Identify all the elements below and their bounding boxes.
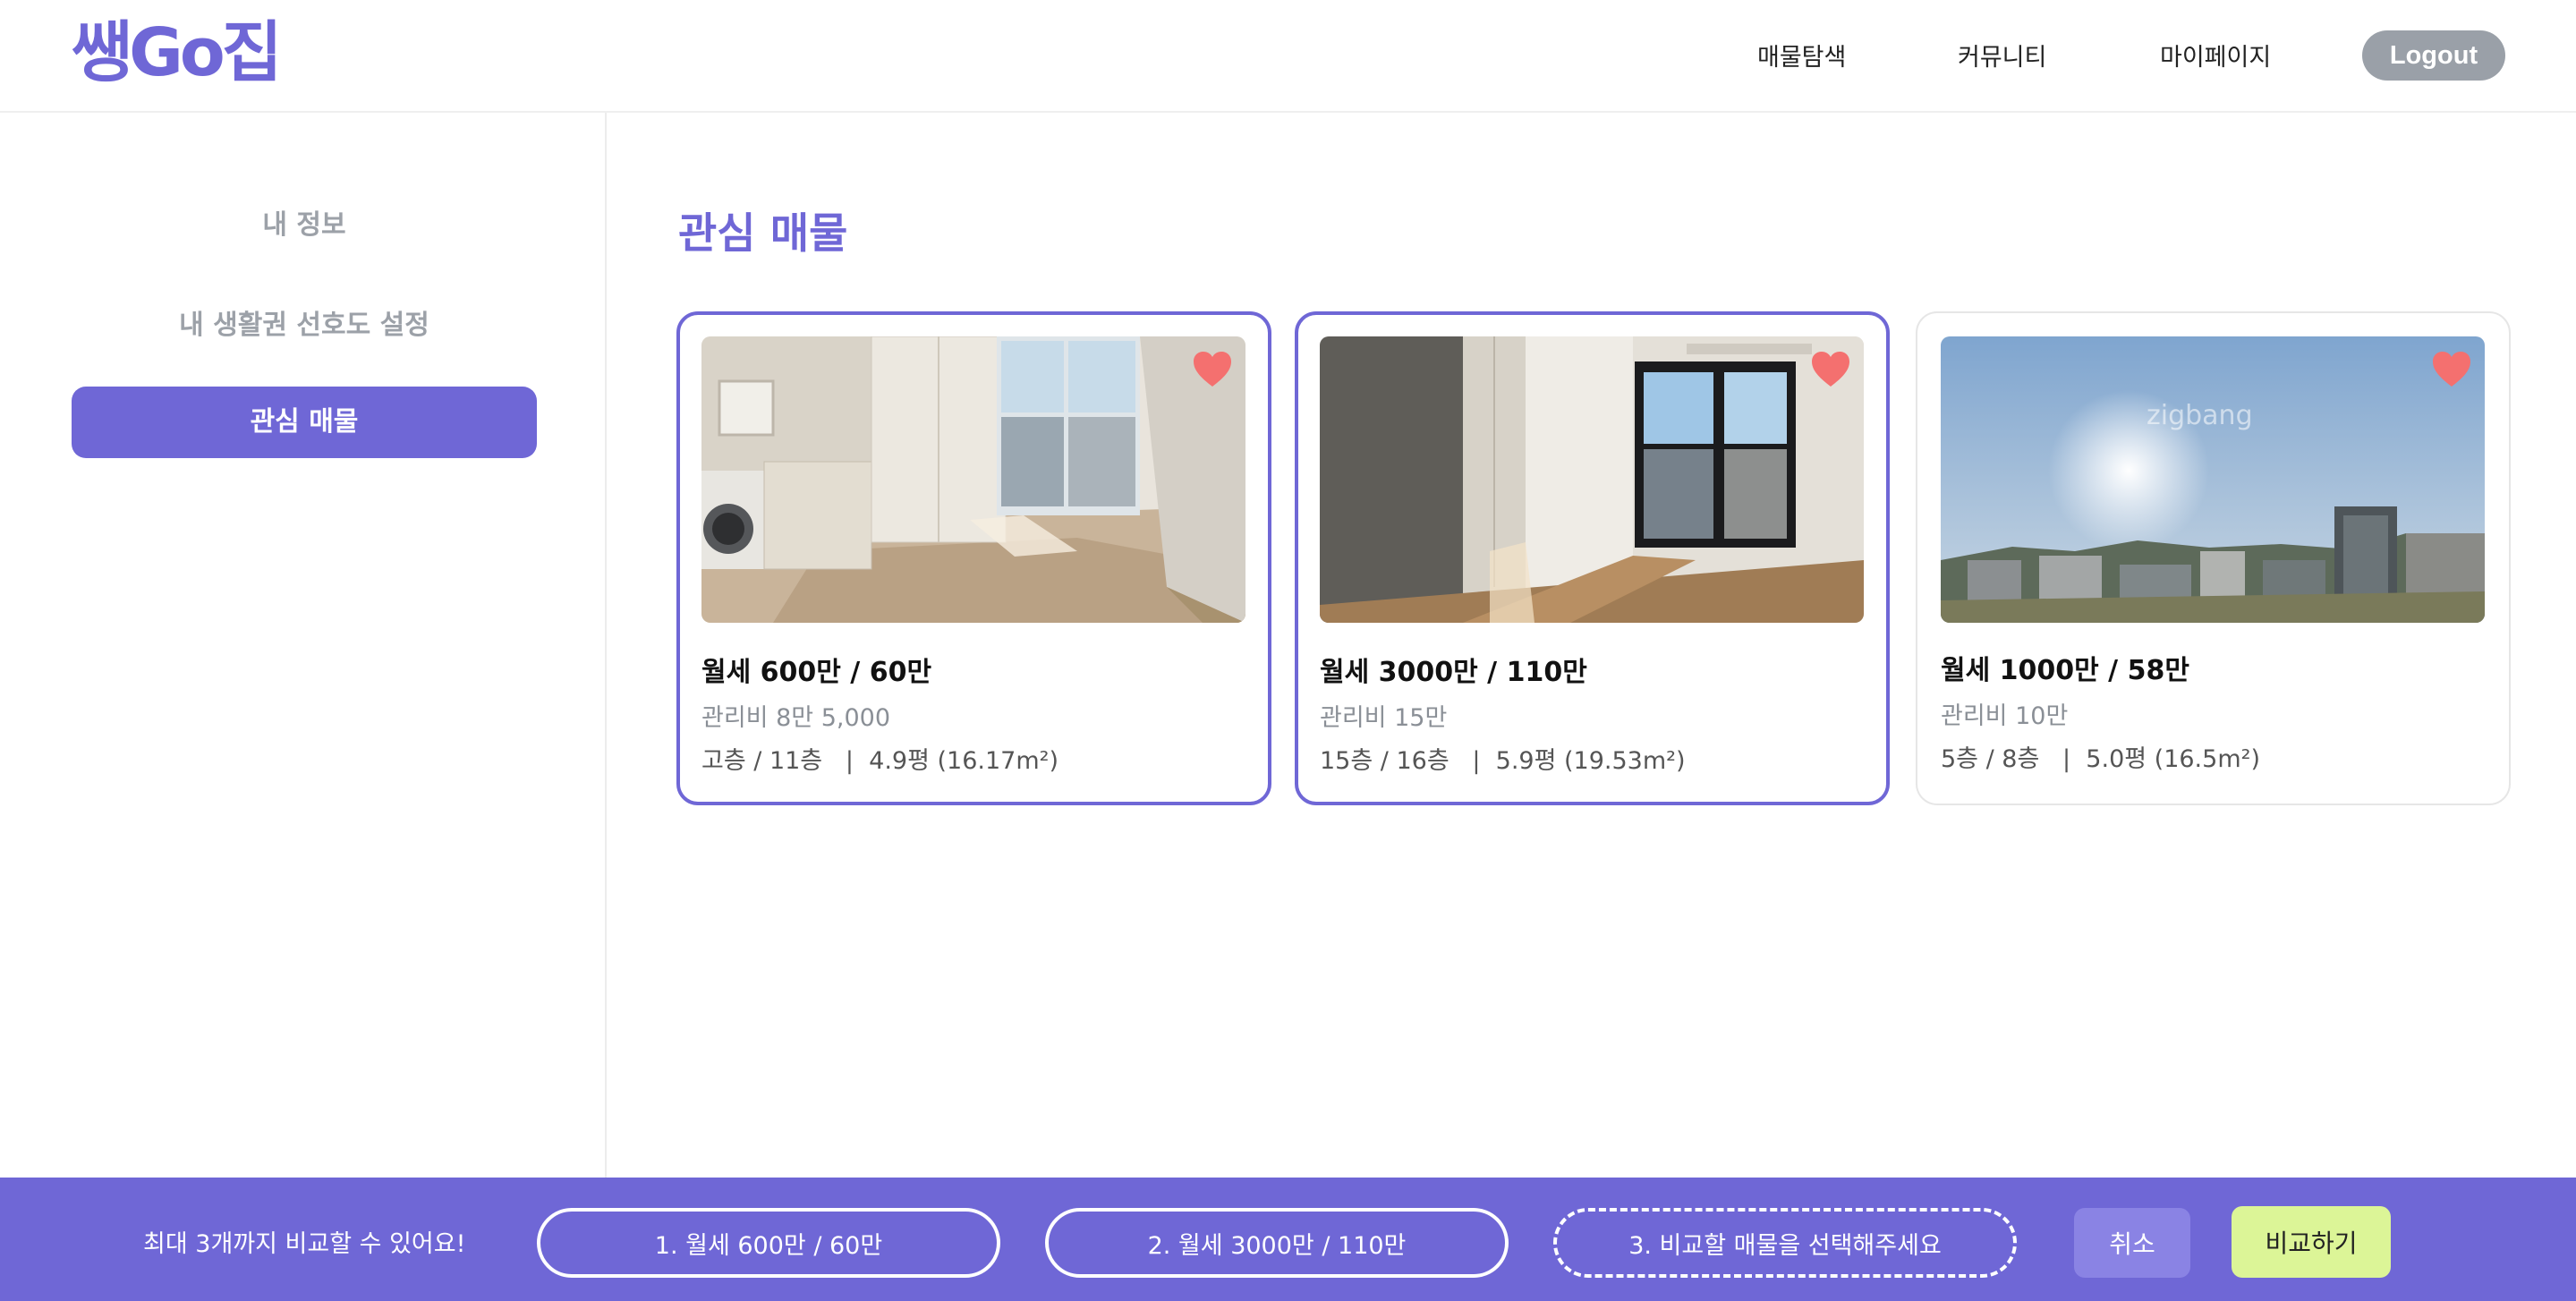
sidebar-item-my-info[interactable]: 내 정보 bbox=[72, 202, 537, 242]
compare-slot-2[interactable]: 2. 월세 3000만 / 110만 bbox=[1045, 1208, 1509, 1278]
listing-maintenance-fee: 관리비 10만 bbox=[1941, 702, 2069, 730]
compare-slot-1[interactable]: 1. 월세 600만 / 60만 bbox=[537, 1208, 1000, 1278]
heart-icon[interactable] bbox=[1192, 351, 1233, 388]
nav-browse-listings[interactable]: 매물탐색 bbox=[1757, 38, 1846, 72]
app-logo[interactable]: 쌩Go집 bbox=[72, 13, 283, 93]
listing-floor-size: 15층 / 16층 | 5.9평 (19.53m²) bbox=[1320, 747, 1686, 775]
listing-maintenance-fee: 관리비 8만 5,000 bbox=[701, 704, 890, 732]
listing-card[interactable]: zigbang 월세 1000만 / 58만 관리비 10만 5층 / 8층 |… bbox=[1916, 311, 2511, 805]
sidebar-item-favorite-listings[interactable]: 관심 매물 bbox=[72, 387, 537, 458]
svg-text:zigbang: zigbang bbox=[2147, 400, 2253, 431]
listing-price: 월세 3000만 / 110만 bbox=[1320, 657, 1587, 688]
compare-button[interactable]: 비교하기 bbox=[2232, 1206, 2391, 1278]
listing-card[interactable]: 월세 3000만 / 110만 관리비 15만 15층 / 16층 | 5.9평… bbox=[1295, 311, 1890, 805]
heart-icon[interactable] bbox=[2431, 351, 2472, 388]
sidebar-item-lifestyle-preferences[interactable]: 내 생활권 선호도 설정 bbox=[72, 302, 537, 342]
listing-floor-size: 고층 / 11층 | 4.9평 (16.17m²) bbox=[701, 747, 1058, 775]
nav-community[interactable]: 커뮤니티 bbox=[1958, 38, 2046, 72]
mypage-sidebar: 내 정보 내 생활권 선호도 설정 관심 매물 bbox=[0, 113, 607, 1178]
listing-photo bbox=[701, 336, 1245, 623]
compare-limit-message: 최대 3개까지 비교할 수 있어요! bbox=[143, 1230, 466, 1258]
listing-card[interactable]: 월세 600만 / 60만 관리비 8만 5,000 고층 / 11층 | 4.… bbox=[676, 311, 1271, 805]
heart-icon[interactable] bbox=[1810, 351, 1851, 388]
listing-photo bbox=[1320, 336, 1864, 623]
listing-floor-size: 5층 / 8층 | 5.0평 (16.5m²) bbox=[1941, 745, 2260, 773]
compare-slot-3-empty[interactable]: 3. 비교할 매물을 선택해주세요 bbox=[1553, 1208, 2017, 1278]
compare-bar: 최대 3개까지 비교할 수 있어요! 1. 월세 600만 / 60만 2. 월… bbox=[0, 1178, 2576, 1301]
cancel-button[interactable]: 취소 bbox=[2074, 1208, 2190, 1278]
listing-price: 월세 1000만 / 58만 bbox=[1941, 655, 2189, 686]
logout-button[interactable]: Logout bbox=[2362, 30, 2505, 81]
listing-price: 월세 600만 / 60만 bbox=[701, 657, 932, 688]
page-title: 관심 매물 bbox=[678, 209, 848, 259]
watermark-logo: zigbang bbox=[2147, 400, 2253, 431]
top-header: 쌩Go집 매물탐색 커뮤니티 마이페이지 Logout bbox=[0, 0, 2576, 113]
listing-maintenance-fee: 관리비 15만 bbox=[1320, 704, 1448, 732]
listing-photo: zigbang bbox=[1941, 336, 2485, 623]
nav-mypage[interactable]: 마이페이지 bbox=[2160, 38, 2271, 72]
